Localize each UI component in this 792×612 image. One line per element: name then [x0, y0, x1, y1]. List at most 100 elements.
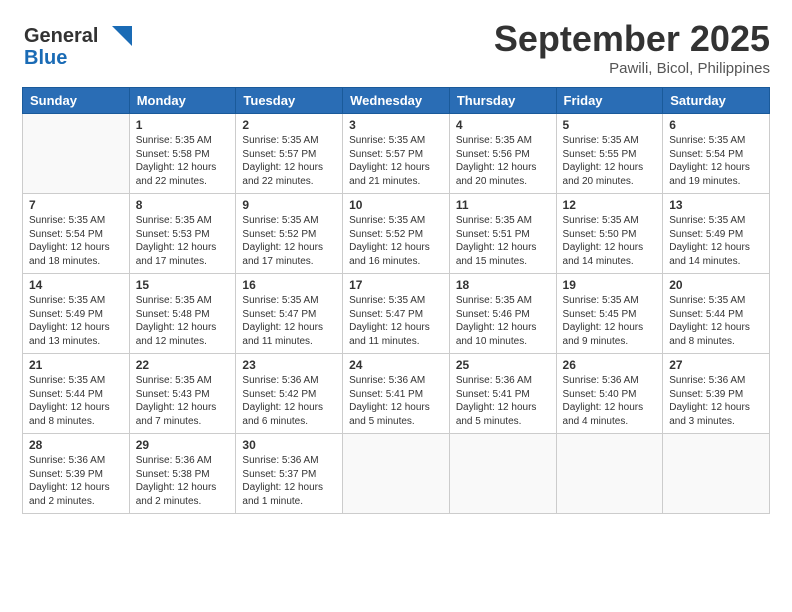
day-number: 4	[456, 118, 550, 132]
day-info: Sunrise: 5:35 AM Sunset: 5:54 PM Dayligh…	[29, 214, 123, 268]
day-info: Sunrise: 5:35 AM Sunset: 5:56 PM Dayligh…	[456, 134, 550, 188]
day-info: Sunrise: 5:36 AM Sunset: 5:40 PM Dayligh…	[563, 374, 657, 428]
day-number: 2	[242, 118, 336, 132]
day-number: 10	[349, 198, 443, 212]
day-info: Sunrise: 5:35 AM Sunset: 5:44 PM Dayligh…	[29, 374, 123, 428]
main-title: September 2025	[494, 18, 770, 60]
calendar-cell	[663, 434, 770, 514]
day-number: 21	[29, 358, 123, 372]
day-number: 26	[563, 358, 657, 372]
calendar-cell: 2 Sunrise: 5:35 AM Sunset: 5:57 PM Daylig…	[236, 114, 343, 194]
day-number: 24	[349, 358, 443, 372]
calendar-cell: 4 Sunrise: 5:35 AM Sunset: 5:56 PM Daylig…	[449, 114, 556, 194]
day-info: Sunrise: 5:35 AM Sunset: 5:52 PM Dayligh…	[242, 214, 336, 268]
calendar-cell: 8Sunrise: 5:35 AM Sunset: 5:53 PM Daylig…	[129, 194, 236, 274]
day-number: 19	[563, 278, 657, 292]
calendar-cell: 6 Sunrise: 5:35 AM Sunset: 5:54 PM Daylig…	[663, 114, 770, 194]
calendar-cell: 17Sunrise: 5:35 AM Sunset: 5:47 PM Dayli…	[343, 274, 450, 354]
day-header-tuesday: Tuesday	[236, 88, 343, 114]
day-info: Sunrise: 5:35 AM Sunset: 5:55 PM Dayligh…	[563, 134, 657, 188]
day-number: 9	[242, 198, 336, 212]
calendar-cell: 21 Sunrise: 5:35 AM Sunset: 5:44 PM Dayli…	[23, 354, 130, 434]
day-number: 25	[456, 358, 550, 372]
calendar-cell: 25 Sunrise: 5:36 AM Sunset: 5:41 PM Dayli…	[449, 354, 556, 434]
calendar-cell: 22 Sunrise: 5:35 AM Sunset: 5:43 PM Dayli…	[129, 354, 236, 434]
calendar-cell: 28 Sunrise: 5:36 AM Sunset: 5:39 PM Dayli…	[23, 434, 130, 514]
week-row-5: 28 Sunrise: 5:36 AM Sunset: 5:39 PM Dayli…	[23, 434, 770, 514]
calendar-cell	[556, 434, 663, 514]
svg-text:Blue: Blue	[24, 47, 67, 69]
calendar-cell: 18 Sunrise: 5:35 AM Sunset: 5:46 PM Dayli…	[449, 274, 556, 354]
calendar-cell: 9 Sunrise: 5:35 AM Sunset: 5:52 PM Daylig…	[236, 194, 343, 274]
calendar-cell	[23, 114, 130, 194]
logo: General Blue	[22, 18, 142, 75]
day-info: Sunrise: 5:35 AM Sunset: 5:45 PM Dayligh…	[563, 294, 657, 348]
day-number: 20	[669, 278, 763, 292]
calendar-cell: 27 Sunrise: 5:36 AM Sunset: 5:39 PM Dayli…	[663, 354, 770, 434]
calendar-cell	[343, 434, 450, 514]
day-info: Sunrise: 5:35 AM Sunset: 5:54 PM Dayligh…	[669, 134, 763, 188]
calendar-cell	[449, 434, 556, 514]
calendar-cell: 1 Sunrise: 5:35 AM Sunset: 5:58 PM Daylig…	[129, 114, 236, 194]
day-info: Sunrise: 5:35 AM Sunset: 5:51 PM Dayligh…	[456, 214, 550, 268]
days-header-row: SundayMondayTuesdayWednesdayThursdayFrid…	[23, 88, 770, 114]
calendar-cell: 10 Sunrise: 5:35 AM Sunset: 5:52 PM Dayli…	[343, 194, 450, 274]
day-info: Sunrise: 5:35 AM Sunset: 5:58 PM Dayligh…	[136, 134, 230, 188]
day-info: Sunrise: 5:36 AM Sunset: 5:39 PM Dayligh…	[29, 454, 123, 508]
calendar-cell: 29Sunrise: 5:36 AM Sunset: 5:38 PM Dayli…	[129, 434, 236, 514]
day-info: Sunrise: 5:35 AM Sunset: 5:43 PM Dayligh…	[136, 374, 230, 428]
day-info: Sunrise: 5:35 AM Sunset: 5:47 PM Dayligh…	[242, 294, 336, 348]
day-info: Sunrise: 5:36 AM Sunset: 5:39 PM Dayligh…	[669, 374, 763, 428]
day-header-monday: Monday	[129, 88, 236, 114]
title-block: September 2025 Pawili, Bicol, Philippine…	[494, 18, 770, 77]
day-number: 11	[456, 198, 550, 212]
calendar-cell: 7Sunrise: 5:35 AM Sunset: 5:54 PM Daylig…	[23, 194, 130, 274]
day-number: 23	[242, 358, 336, 372]
day-header-sunday: Sunday	[23, 88, 130, 114]
day-info: Sunrise: 5:35 AM Sunset: 5:46 PM Dayligh…	[456, 294, 550, 348]
day-info: Sunrise: 5:35 AM Sunset: 5:49 PM Dayligh…	[669, 214, 763, 268]
day-number: 12	[563, 198, 657, 212]
day-number: 3	[349, 118, 443, 132]
day-number: 18	[456, 278, 550, 292]
day-info: Sunrise: 5:35 AM Sunset: 5:49 PM Dayligh…	[29, 294, 123, 348]
day-info: Sunrise: 5:35 AM Sunset: 5:57 PM Dayligh…	[242, 134, 336, 188]
day-number: 1	[136, 118, 230, 132]
day-header-saturday: Saturday	[663, 88, 770, 114]
logo-svg: General Blue	[22, 18, 142, 70]
day-header-friday: Friday	[556, 88, 663, 114]
day-number: 8	[136, 198, 230, 212]
day-number: 14	[29, 278, 123, 292]
calendar-table: SundayMondayTuesdayWednesdayThursdayFrid…	[22, 87, 770, 514]
logo-text: General Blue	[22, 18, 142, 75]
week-row-1: 1 Sunrise: 5:35 AM Sunset: 5:58 PM Daylig…	[23, 114, 770, 194]
day-number: 27	[669, 358, 763, 372]
day-header-thursday: Thursday	[449, 88, 556, 114]
week-row-3: 14 Sunrise: 5:35 AM Sunset: 5:49 PM Dayli…	[23, 274, 770, 354]
calendar-cell: 3 Sunrise: 5:35 AM Sunset: 5:57 PM Daylig…	[343, 114, 450, 194]
day-number: 5	[563, 118, 657, 132]
page: General Blue September 2025 Pawili, Bico…	[0, 0, 792, 612]
day-number: 22	[136, 358, 230, 372]
day-number: 13	[669, 198, 763, 212]
day-info: Sunrise: 5:36 AM Sunset: 5:38 PM Dayligh…	[136, 454, 230, 508]
day-number: 30	[242, 438, 336, 452]
week-row-4: 21 Sunrise: 5:35 AM Sunset: 5:44 PM Dayli…	[23, 354, 770, 434]
subtitle: Pawili, Bicol, Philippines	[494, 60, 770, 77]
day-header-wednesday: Wednesday	[343, 88, 450, 114]
day-number: 28	[29, 438, 123, 452]
day-info: Sunrise: 5:36 AM Sunset: 5:42 PM Dayligh…	[242, 374, 336, 428]
day-number: 6	[669, 118, 763, 132]
day-info: Sunrise: 5:35 AM Sunset: 5:57 PM Dayligh…	[349, 134, 443, 188]
calendar-cell: 16Sunrise: 5:35 AM Sunset: 5:47 PM Dayli…	[236, 274, 343, 354]
day-info: Sunrise: 5:35 AM Sunset: 5:48 PM Dayligh…	[136, 294, 230, 348]
calendar-cell: 26 Sunrise: 5:36 AM Sunset: 5:40 PM Dayli…	[556, 354, 663, 434]
calendar-cell: 23 Sunrise: 5:36 AM Sunset: 5:42 PM Dayli…	[236, 354, 343, 434]
day-info: Sunrise: 5:35 AM Sunset: 5:52 PM Dayligh…	[349, 214, 443, 268]
header: General Blue September 2025 Pawili, Bico…	[22, 18, 770, 77]
calendar-cell: 19 Sunrise: 5:35 AM Sunset: 5:45 PM Dayli…	[556, 274, 663, 354]
day-info: Sunrise: 5:36 AM Sunset: 5:41 PM Dayligh…	[456, 374, 550, 428]
day-number: 15	[136, 278, 230, 292]
calendar-cell: 12Sunrise: 5:35 AM Sunset: 5:50 PM Dayli…	[556, 194, 663, 274]
calendar-cell: 15 Sunrise: 5:35 AM Sunset: 5:48 PM Dayli…	[129, 274, 236, 354]
